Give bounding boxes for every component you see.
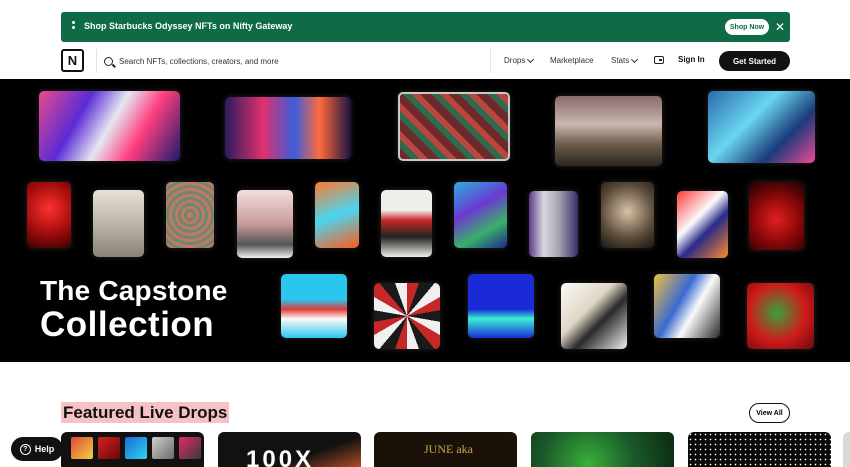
nav-divider [490,49,491,73]
get-started-button[interactable]: Get Started [719,51,790,71]
artwork-thumbnail[interactable] [93,190,144,257]
drop-card[interactable]: 100X [218,432,361,467]
help-button[interactable]: ? Help [11,437,63,461]
artwork-thumbnail[interactable] [529,191,578,257]
drop-thumbnail [125,437,147,459]
nav-divider [96,49,97,73]
artwork-thumbnail[interactable] [166,182,214,248]
navbar: N Drops Marketplace Stats Sign In Get St… [0,44,850,78]
drop-card-title: 100X [246,446,315,467]
artwork-thumbnail[interactable] [708,91,815,163]
artwork-thumbnail[interactable] [601,182,654,248]
wallet-icon[interactable] [654,56,664,64]
nifty-logo[interactable]: N [61,49,84,72]
help-label: Help [34,444,55,454]
artwork-thumbnail[interactable] [561,283,627,349]
sign-in-link[interactable]: Sign In [678,55,705,64]
chevron-down-icon [527,55,535,63]
nav-marketplace-label: Marketplace [550,56,594,65]
search-icon [104,56,113,66]
drop-card[interactable] [843,432,850,467]
close-icon[interactable]: ✕ [773,18,787,36]
artwork-thumbnail[interactable] [454,182,507,248]
nav-drops[interactable]: Drops [504,55,535,65]
chevron-down-icon [631,55,639,63]
hero-title-line2: Collection [40,305,215,344]
artwork-thumbnail[interactable] [27,182,71,248]
nav-marketplace[interactable]: Marketplace [550,56,594,65]
artwork-thumbnail[interactable] [555,96,662,166]
drop-thumbnail [98,437,120,459]
nav-stats[interactable]: Stats [611,55,639,65]
artwork-thumbnail[interactable] [398,92,510,161]
search-input[interactable] [119,56,479,66]
nav-stats-label: Stats [611,56,630,65]
hero-title-line1: The Capstone [40,275,228,306]
drop-card-title: JUNE aka [424,442,473,456]
drop-card[interactable]: JUNE aka [374,432,517,467]
hero-title: The Capstone Collection [40,275,228,343]
drop-thumbnail [71,437,93,459]
artwork-thumbnail[interactable] [381,190,432,257]
artwork-thumbnail[interactable] [281,274,347,338]
artwork-thumbnail[interactable] [749,182,804,250]
artwork-thumbnail[interactable] [654,274,720,338]
announcement-banner[interactable]: Shop Starbucks Odyssey NFTs on Nifty Gat… [61,12,790,42]
drop-thumbnail [179,437,201,459]
drop-card[interactable] [531,432,674,467]
artwork-thumbnail[interactable] [374,283,440,349]
shop-now-button[interactable]: Shop Now [725,19,769,35]
drop-card[interactable] [688,432,831,467]
help-icon: ? [19,443,31,455]
artwork-thumbnail[interactable] [225,97,351,159]
artwork-thumbnail[interactable] [677,191,728,258]
hero-banner[interactable]: The Capstone Collection [0,79,850,362]
artwork-thumbnail[interactable] [315,182,359,248]
view-all-button[interactable]: View All [749,403,790,423]
search-bar[interactable] [104,51,489,71]
nav-drops-label: Drops [504,56,526,65]
artwork-thumbnail[interactable] [747,283,814,349]
drop-thumbnail [152,437,174,459]
artwork-thumbnail[interactable] [237,190,293,258]
section-title: Featured Live Drops [61,402,230,423]
dots-icon [70,20,76,34]
drop-card[interactable] [61,432,204,467]
artwork-thumbnail[interactable] [39,91,180,161]
artwork-thumbnail[interactable] [468,274,534,338]
banner-text[interactable]: Shop Starbucks Odyssey NFTs on Nifty Gat… [84,21,292,31]
